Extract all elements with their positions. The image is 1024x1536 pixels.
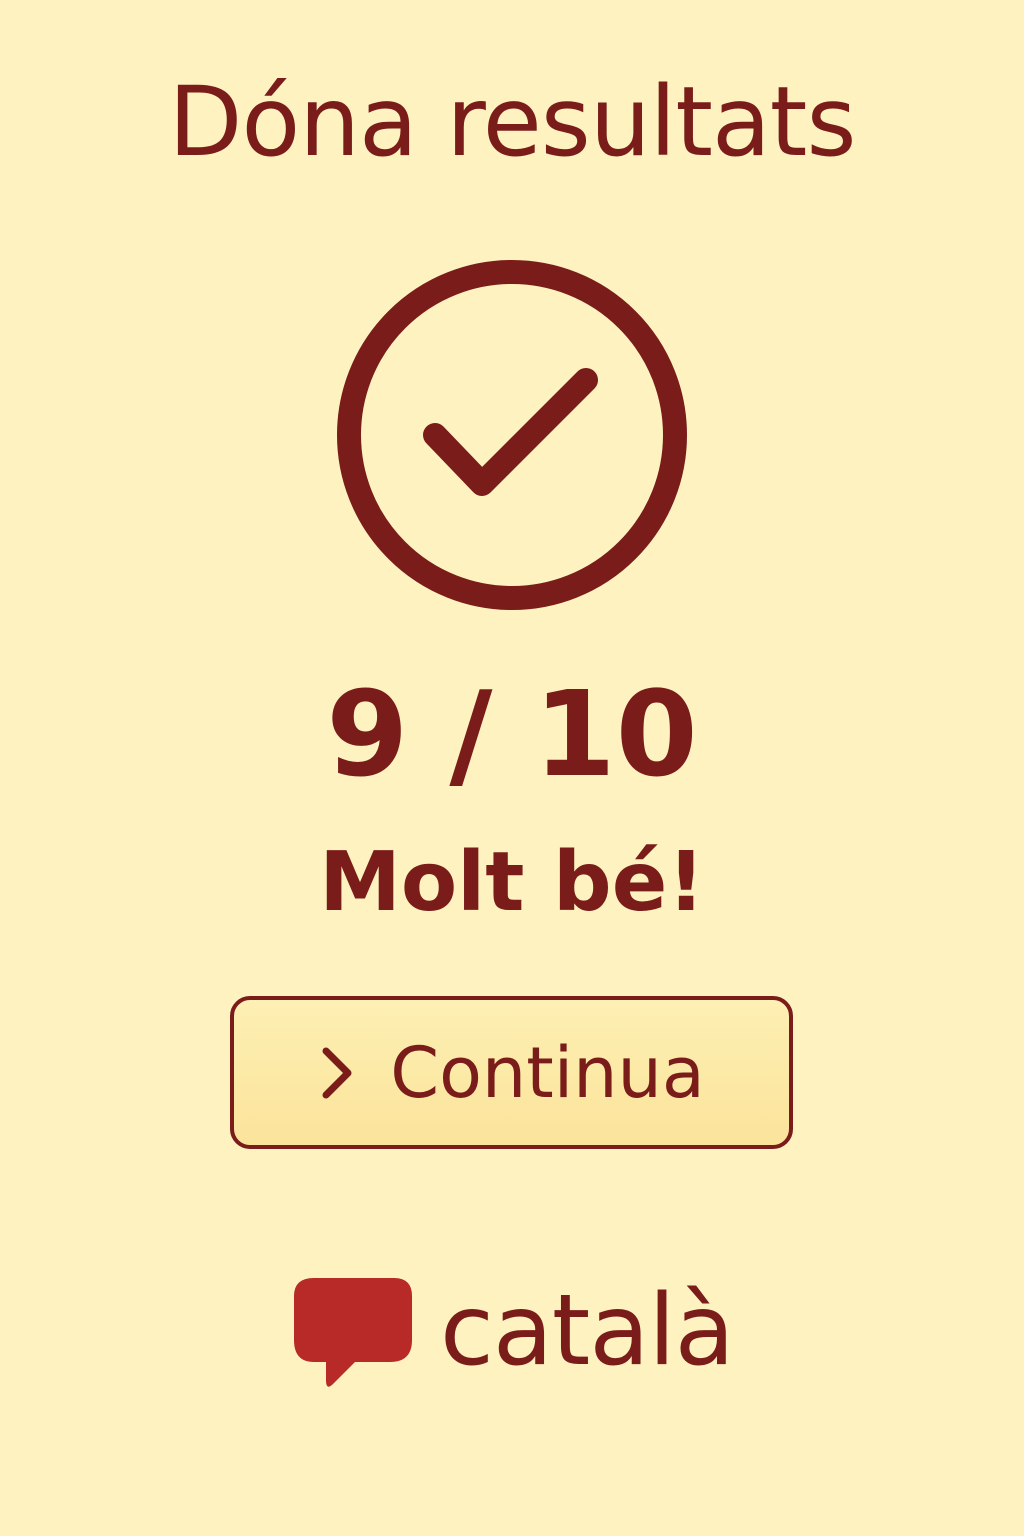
score-value: 9 / 10	[326, 665, 698, 803]
speech-bubble-icon	[290, 1270, 418, 1395]
brand-name: català	[440, 1274, 735, 1388]
chevron-right-icon	[318, 1044, 356, 1102]
page-title: Dóna resultats	[168, 66, 857, 178]
continue-button[interactable]: Continua	[230, 996, 793, 1149]
check-circle-icon	[334, 257, 690, 613]
brand-logo: català	[290, 1270, 750, 1410]
result-message: Molt bé!	[319, 835, 705, 930]
results-screen: Dóna resultats 9 / 10 Molt bé! Continua …	[0, 0, 1024, 1536]
continue-label: Continua	[390, 1031, 705, 1114]
